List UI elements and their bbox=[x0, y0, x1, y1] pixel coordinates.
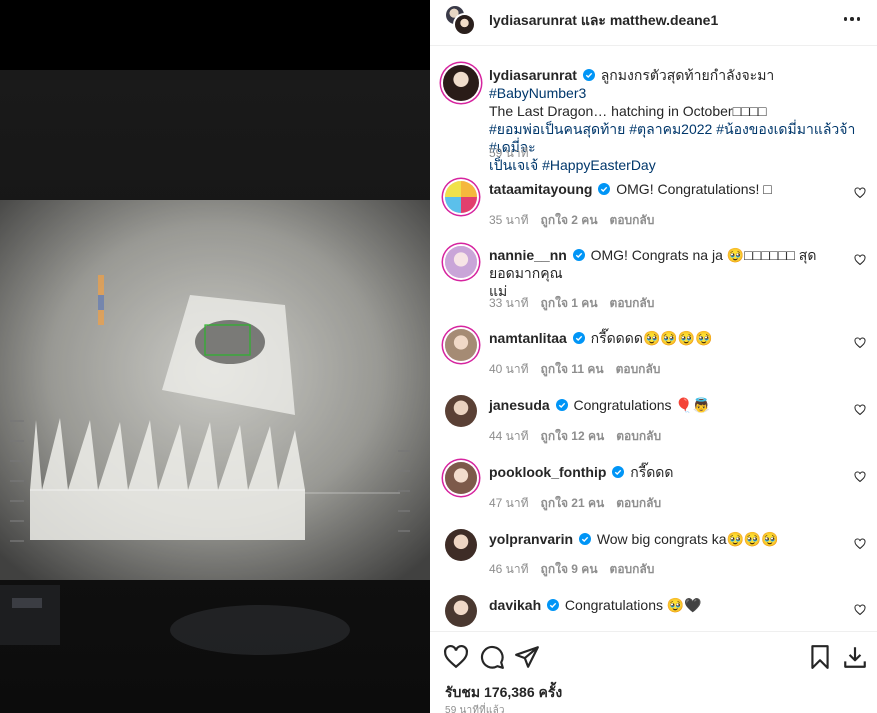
download-icon[interactable] bbox=[842, 644, 868, 670]
post-header: lydiasarunrat และ matthew.deane1 bbox=[430, 0, 877, 46]
comment-username[interactable]: nannie__nn bbox=[489, 247, 567, 263]
post-media bbox=[0, 0, 430, 713]
comment-username[interactable]: yolpranvarin bbox=[489, 531, 573, 547]
bookmark-icon[interactable] bbox=[807, 644, 833, 670]
comment-likes[interactable]: ถูกใจ 21 คน bbox=[541, 494, 605, 513]
comment-likes[interactable]: ถูกใจ 11 คน bbox=[541, 360, 604, 379]
hashtag-link[interactable]: #ยอมพ่อเป็นคนสุดท้าย #ตุลาคม2022 #น้องขอ… bbox=[489, 121, 855, 155]
comment-time[interactable]: 40 นาที bbox=[489, 360, 529, 379]
caption-meta: 59 นาที bbox=[489, 144, 529, 163]
comment-likes[interactable]: ถูกใจ 12 คน bbox=[541, 427, 605, 446]
verified-badge-icon bbox=[572, 249, 585, 261]
avatar[interactable] bbox=[443, 65, 479, 101]
reply-button[interactable]: ตอบกลับ bbox=[610, 294, 655, 313]
post-authors[interactable]: lydiasarunrat และ matthew.deane1 bbox=[489, 10, 718, 32]
heart-icon[interactable] bbox=[443, 644, 469, 670]
comment-likes[interactable]: ถูกใจ 1 คน bbox=[541, 294, 598, 313]
comment-time[interactable]: 46 นาที bbox=[489, 560, 529, 579]
comment-text: tataamitayoung OMG! Congratulations! □ bbox=[489, 180, 839, 198]
comment-text: davikah Congratulations 🥹🖤 bbox=[489, 596, 839, 614]
avatar[interactable] bbox=[445, 462, 477, 494]
comment-body: Congratulations 🎈👼 bbox=[573, 397, 711, 413]
more-horizontal-icon[interactable] bbox=[841, 8, 863, 30]
avatar[interactable] bbox=[453, 13, 476, 36]
caption-username[interactable]: lydiasarunrat bbox=[489, 67, 577, 83]
heart-icon[interactable] bbox=[854, 337, 866, 349]
heart-icon[interactable] bbox=[854, 187, 866, 199]
comment-time[interactable]: 47 นาที bbox=[489, 494, 529, 513]
collab-avatars[interactable] bbox=[444, 4, 476, 36]
avatar[interactable] bbox=[445, 246, 477, 278]
comment-body: OMG! Congratulations! □ bbox=[616, 181, 772, 197]
comment-likes[interactable]: ถูกใจ 9 คน bbox=[541, 560, 598, 579]
comment-text: janesuda Congratulations 🎈👼 bbox=[489, 396, 839, 414]
reply-button[interactable]: ตอบกลับ bbox=[616, 360, 661, 379]
comment-likes[interactable]: ถูกใจ 2 คน bbox=[541, 211, 598, 230]
comment-username[interactable]: janesuda bbox=[489, 397, 550, 413]
caption-line2: The Last Dragon… hatching in October□□□□ bbox=[489, 103, 767, 119]
heart-icon[interactable] bbox=[854, 538, 866, 550]
verified-badge-icon bbox=[547, 599, 560, 611]
verified-badge-icon bbox=[572, 332, 585, 344]
comment-time[interactable]: 33 นาที bbox=[489, 294, 529, 313]
avatar[interactable] bbox=[445, 395, 477, 427]
comment-text: namtanlitaa กรี๊ดดดด🥹🥹🥹🥹 bbox=[489, 329, 839, 347]
avatar[interactable] bbox=[445, 529, 477, 561]
verified-badge-icon bbox=[555, 399, 568, 411]
post-panel: lydiasarunrat และ matthew.deane1 lydiasa… bbox=[430, 0, 877, 713]
heart-icon[interactable] bbox=[854, 604, 866, 616]
comment-body: Congratulations 🥹🖤 bbox=[564, 597, 702, 613]
comment-body: Wow big congrats ka🥹🥹🥹 bbox=[596, 531, 779, 547]
avatar[interactable] bbox=[445, 181, 477, 213]
comment-text: pooklook_fonthip กรี๊ดดด bbox=[489, 463, 839, 481]
verified-badge-icon bbox=[612, 466, 625, 478]
comment-meta: 40 นาที ถูกใจ 11 คน ตอบกลับ bbox=[489, 360, 660, 379]
hashtag-link[interactable]: #BabyNumber3 bbox=[489, 85, 586, 101]
avatar[interactable] bbox=[445, 329, 477, 361]
comment-text: yolpranvarin Wow big congrats ka🥹🥹🥹 bbox=[489, 530, 839, 548]
comment-body: กรี๊ดดดด🥹🥹🥹🥹 bbox=[590, 330, 713, 346]
post-actions: รับชม 176,386 ครั้ง 59 นาทีที่แล้ว bbox=[430, 631, 877, 713]
caption-line1: ลูกมงกรตัวสุดท้ายกำลังจะมา bbox=[600, 67, 775, 83]
comment-meta: 47 นาที ถูกใจ 21 คน ตอบกลับ bbox=[489, 494, 661, 513]
verified-badge-icon bbox=[598, 183, 611, 195]
comment-username[interactable]: namtanlitaa bbox=[489, 330, 567, 346]
comment-meta: 33 นาที ถูกใจ 1 คน ตอบกลับ bbox=[489, 294, 654, 313]
heart-icon[interactable] bbox=[854, 254, 866, 266]
comment-body: กรี๊ดดด bbox=[630, 464, 674, 480]
comment-time[interactable]: 35 นาที bbox=[489, 211, 529, 230]
caption-time[interactable]: 59 นาที bbox=[489, 144, 529, 163]
comment-meta: 44 นาที ถูกใจ 12 คน ตอบกลับ bbox=[489, 427, 661, 446]
reply-button[interactable]: ตอบกลับ bbox=[610, 211, 655, 230]
reply-button[interactable]: ตอบกลับ bbox=[610, 560, 655, 579]
post-timestamp: 59 นาทีที่แล้ว bbox=[445, 705, 505, 713]
comment-text: nannie__nn OMG! Congrats na ja 🥹□□□□□□ ส… bbox=[489, 246, 839, 300]
comment-meta: 46 นาที ถูกใจ 9 คน ตอบกลับ bbox=[489, 560, 654, 579]
heart-icon[interactable] bbox=[854, 404, 866, 416]
comment-icon[interactable] bbox=[479, 644, 505, 670]
verified-badge-icon bbox=[578, 533, 591, 545]
verified-badge-icon bbox=[582, 69, 595, 81]
comments-list[interactable]: lydiasarunrat ลูกมงกรตัวสุดท้ายกำลังจะมา… bbox=[430, 47, 877, 630]
heart-icon[interactable] bbox=[854, 471, 866, 483]
comment-time[interactable]: 44 นาที bbox=[489, 427, 529, 446]
ultrasound-photo bbox=[0, 70, 430, 713]
view-count[interactable]: รับชม 176,386 ครั้ง bbox=[445, 682, 562, 704]
comment-meta: 35 นาที ถูกใจ 2 คน ตอบกลับ bbox=[489, 211, 654, 230]
avatar[interactable] bbox=[445, 595, 477, 627]
comment-username[interactable]: davikah bbox=[489, 597, 541, 613]
reply-button[interactable]: ตอบกลับ bbox=[616, 427, 661, 446]
caption-text: lydiasarunrat ลูกมงกรตัวสุดท้ายกำลังจะมา… bbox=[489, 66, 864, 174]
hashtag-link[interactable]: #HappyEasterDay bbox=[542, 157, 656, 173]
share-icon[interactable] bbox=[514, 644, 540, 670]
reply-button[interactable]: ตอบกลับ bbox=[616, 494, 661, 513]
comment-username[interactable]: tataamitayoung bbox=[489, 181, 592, 197]
comment-username[interactable]: pooklook_fonthip bbox=[489, 464, 606, 480]
